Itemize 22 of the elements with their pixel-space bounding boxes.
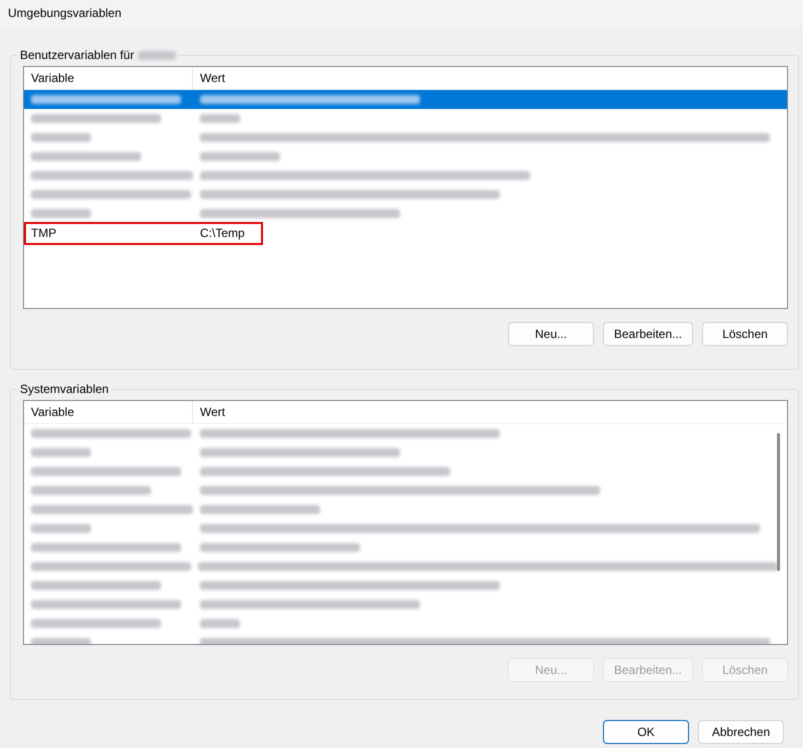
table-cell: TMP [31, 226, 56, 240]
column-header[interactable]: Variable [31, 405, 74, 419]
action-button[interactable]: Löschen [702, 322, 788, 346]
redacted-text [31, 448, 91, 457]
table-cell: C:\Temp [200, 226, 245, 240]
dialog-button[interactable]: OK [603, 720, 689, 744]
window-title: Umgebungsvariablen [8, 6, 122, 20]
column-header[interactable]: Wert [200, 405, 226, 419]
group-title: Systemvariablen [20, 382, 109, 396]
redacted-text [31, 524, 91, 533]
list-row[interactable] [24, 90, 787, 109]
column-header[interactable]: Variable [31, 71, 74, 85]
action-button[interactable]: Bearbeiten... [603, 322, 693, 346]
redacted-text [31, 209, 91, 218]
redacted-text [31, 133, 91, 142]
dialog-button[interactable]: Abbrechen [698, 720, 784, 744]
redacted-text [200, 619, 240, 628]
action-button[interactable]: Neu... [508, 322, 594, 346]
list-row[interactable]: TMP C:\Temp [24, 223, 787, 242]
column-header[interactable]: Wert [200, 71, 226, 85]
redacted-text [200, 114, 240, 123]
group-title: Benutzervariablen für [20, 48, 134, 62]
